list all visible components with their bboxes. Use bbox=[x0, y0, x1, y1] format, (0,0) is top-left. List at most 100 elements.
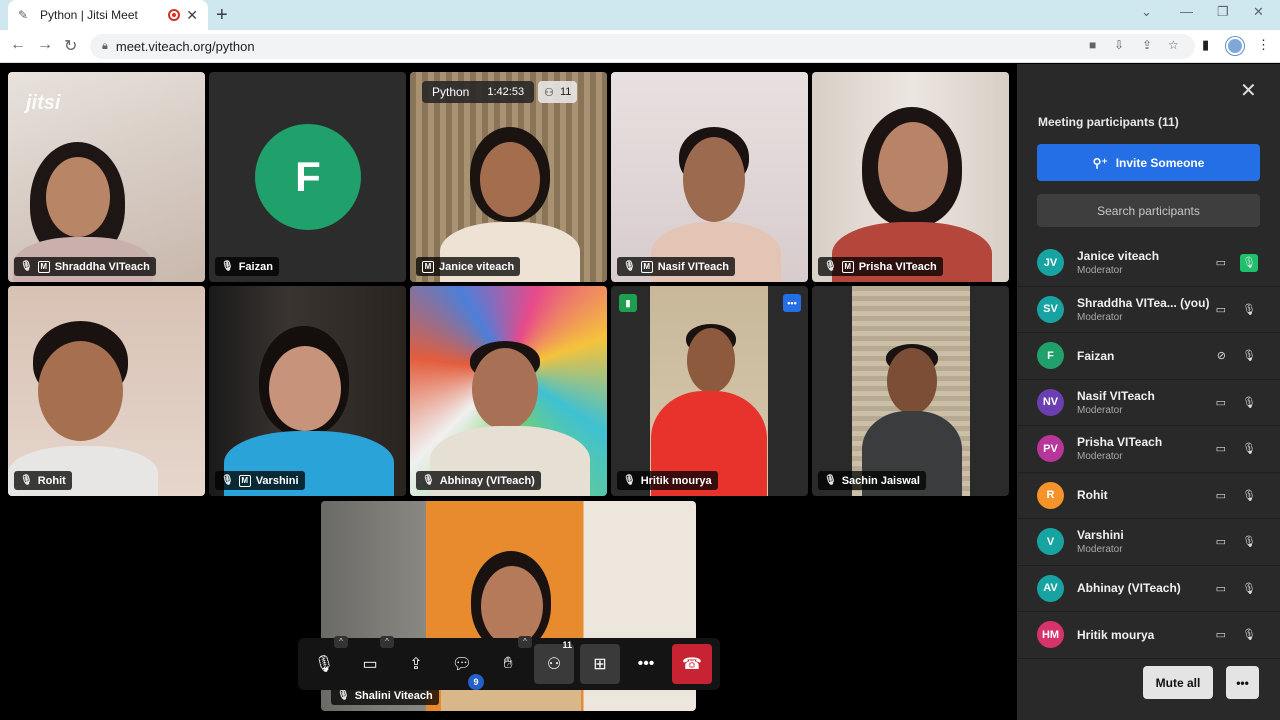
maximize-icon[interactable]: ❐ bbox=[1217, 4, 1229, 20]
address-bar: ← → ↻ 🔒︎ meet.viteach.org/python ■ ⇩ ⇪ ☆… bbox=[0, 30, 1280, 63]
minimize-icon[interactable]: — bbox=[1180, 4, 1193, 19]
raise-hand-button[interactable]: ✋︎ ^ bbox=[488, 636, 532, 684]
reactions-chevron-icon[interactable]: ^ bbox=[518, 636, 532, 648]
browser-tab[interactable]: ✎ Python | Jitsi Meet ✕ bbox=[8, 0, 208, 30]
more-actions-button[interactable]: ••• bbox=[626, 644, 666, 684]
avatar: PV bbox=[1037, 435, 1064, 463]
connection-good-icon[interactable]: ▮ bbox=[619, 294, 637, 312]
leave-meeting-button[interactable]: ☎︎ bbox=[672, 644, 712, 684]
camera-icon: ▭ bbox=[1215, 629, 1226, 642]
participants-count: 11 bbox=[562, 640, 572, 650]
tile-view-button[interactable]: ⊞ bbox=[580, 644, 620, 684]
mute-all-button[interactable]: Mute all bbox=[1143, 666, 1213, 699]
browser-menu-icon[interactable]: ⋮ bbox=[1257, 37, 1270, 53]
forward-icon[interactable]: → bbox=[37, 36, 53, 54]
participant-status-icons: ▭ 🎙︎ bbox=[1216, 533, 1258, 551]
avatar: JV bbox=[1037, 249, 1064, 277]
share-screen-icon: ⇪ bbox=[409, 656, 423, 673]
window-close-icon[interactable]: ✕ bbox=[1253, 4, 1264, 20]
camera-toggle-button[interactable]: ▭ ^ bbox=[350, 636, 394, 684]
participant-row[interactable]: NV Nasif VITeach Moderator ▭ 🎙︎ bbox=[1017, 380, 1280, 426]
participant-role: Moderator bbox=[1077, 265, 1123, 277]
close-panel-icon[interactable]: ✕ bbox=[1240, 78, 1257, 103]
participant-row[interactable]: F Faizan ⊘ 🎙︎ bbox=[1017, 333, 1280, 380]
participant-name: Rohit bbox=[1077, 488, 1108, 503]
profile-avatar[interactable] bbox=[1226, 37, 1244, 55]
video-tile[interactable]: 🎙︎ Abhinay (VITeach) bbox=[410, 286, 607, 496]
mic-muted-icon: 🎙︎ bbox=[824, 475, 837, 486]
participant-row[interactable]: JV Janice viteach Moderator ▭ 🎙︎ bbox=[1017, 240, 1280, 287]
avatar: F bbox=[255, 124, 361, 230]
bookmark-star-icon[interactable]: ☆ bbox=[1168, 38, 1179, 52]
hand-icon: ✋︎ bbox=[503, 655, 513, 672]
video-tile[interactable]: 🎙︎ M Varshini bbox=[209, 286, 406, 496]
avatar: SV bbox=[1037, 295, 1064, 323]
url-field[interactable]: 🔒︎ meet.viteach.org/python bbox=[90, 34, 1195, 59]
tile-options-icon[interactable]: ••• bbox=[783, 294, 801, 312]
person-face bbox=[38, 341, 123, 441]
chat-button[interactable]: 💬︎ 9 bbox=[442, 644, 484, 690]
tab-title: Python | Jitsi Meet bbox=[40, 8, 138, 22]
avatar: F bbox=[1037, 342, 1064, 370]
tile-name: Nasif VITeach bbox=[657, 260, 730, 273]
participant-status-icons: ▭ 🎙︎ bbox=[1216, 393, 1258, 411]
microphone-muted-icon: 🎙︎ bbox=[1242, 629, 1256, 642]
participant-list: JV Janice viteach Moderator ▭ 🎙︎ SV Shraddha V… bbox=[1017, 240, 1280, 659]
tile-name: Abhinay (VITeach) bbox=[439, 474, 535, 487]
participants-button[interactable]: ⚇ 11 bbox=[534, 640, 574, 684]
room-name: Python bbox=[432, 85, 470, 99]
video-tile[interactable]: 🎙︎ Rohit bbox=[8, 286, 205, 496]
participant-row[interactable]: R Rohit ▭ 🎙︎ bbox=[1017, 473, 1280, 519]
audio-settings-chevron-icon[interactable]: ^ bbox=[334, 636, 348, 648]
meeting-timer: 1:42:53 bbox=[487, 86, 525, 98]
tile-namebar: M Janice viteach bbox=[416, 257, 521, 276]
video-settings-chevron-icon[interactable]: ^ bbox=[380, 636, 394, 648]
back-icon[interactable]: ← bbox=[10, 36, 26, 54]
tile-name: Rohit bbox=[37, 474, 66, 487]
participant-row[interactable]: V Varshini Moderator ▭ 🎙︎ bbox=[1017, 519, 1280, 566]
camera-permission-icon[interactable]: ■ bbox=[1089, 38, 1096, 52]
new-tab-button[interactable]: + bbox=[216, 4, 228, 27]
microphone-muted-icon: 🎙︎ bbox=[1242, 536, 1256, 549]
share-icon[interactable]: ⇪ bbox=[1142, 38, 1152, 52]
video-tile[interactable]: F 🎙︎ Faizan bbox=[209, 72, 406, 282]
participant-row[interactable]: SV Shraddha VITea... (you) Moderator ▭ 🎙︎ bbox=[1017, 287, 1280, 333]
reload-icon[interactable]: ↻ bbox=[64, 36, 77, 56]
tab-search-icon[interactable]: ⌄ bbox=[1141, 4, 1152, 20]
tab-close-button[interactable]: ✕ bbox=[186, 7, 198, 24]
person-face bbox=[46, 157, 110, 237]
microphone-toggle-button[interactable]: 🎙︎ ^ bbox=[304, 636, 348, 684]
participant-count-badge[interactable]: ⚇ 11 bbox=[538, 81, 578, 103]
avatar: V bbox=[1037, 528, 1064, 556]
participant-row[interactable]: HM Hritik mourya ▭ 🎙︎ bbox=[1017, 612, 1280, 659]
sidepanel-icon[interactable]: ▮ bbox=[1202, 37, 1209, 53]
mic-muted-icon: 🎙︎ bbox=[422, 475, 435, 486]
participant-info: Hritik mourya bbox=[1077, 628, 1154, 642]
video-tile[interactable]: jitsi 🎙︎ M Shraddha VITeach bbox=[8, 72, 205, 282]
url-text: meet.viteach.org/python bbox=[115, 39, 255, 54]
grid-icon: ⊞ bbox=[593, 656, 607, 673]
video-tile[interactable]: 🎙︎ M Prisha VITeach bbox=[812, 72, 1009, 282]
hangup-icon: ☎︎ bbox=[682, 656, 702, 673]
panel-more-button[interactable]: ••• bbox=[1226, 666, 1259, 699]
search-participants-input[interactable] bbox=[1037, 194, 1260, 227]
video-tile[interactable]: 🎙︎ M Nasif VITeach bbox=[611, 72, 808, 282]
panel-title: Meeting participants (11) bbox=[1038, 115, 1179, 129]
participant-row[interactable]: PV Prisha VITeach Moderator ▭ 🎙︎ bbox=[1017, 426, 1280, 473]
video-tile[interactable]: ▮ ••• 🎙︎ Hritik mourya bbox=[611, 286, 808, 496]
participant-name: Hritik mourya bbox=[1077, 627, 1155, 642]
participant-info: Prisha VITeach Moderator bbox=[1077, 435, 1162, 462]
video-tile[interactable]: 🎙︎ Sachin Jaiswal bbox=[812, 286, 1009, 496]
tile-name: Shraddha VITeach bbox=[54, 260, 150, 273]
screen-share-button[interactable]: ⇪ bbox=[396, 644, 436, 684]
mic-muted-icon: 🎙︎ bbox=[20, 475, 33, 486]
participant-name: Shraddha VITea... (you) bbox=[1077, 295, 1210, 310]
camera-icon: ▭ bbox=[1215, 582, 1226, 595]
video-tile-active-speaker[interactable]: M Janice viteach bbox=[410, 72, 607, 282]
participant-name: Janice viteach bbox=[1077, 249, 1160, 264]
person-face bbox=[687, 328, 735, 393]
install-icon[interactable]: ⇩ bbox=[1114, 38, 1124, 52]
invite-someone-button[interactable]: ⚲⁺ Invite Someone bbox=[1037, 144, 1260, 181]
participant-row[interactable]: AV Abhinay (VITeach) ▭ 🎙︎ bbox=[1017, 566, 1280, 612]
microphone-muted-icon: 🎙︎ bbox=[1242, 303, 1256, 316]
